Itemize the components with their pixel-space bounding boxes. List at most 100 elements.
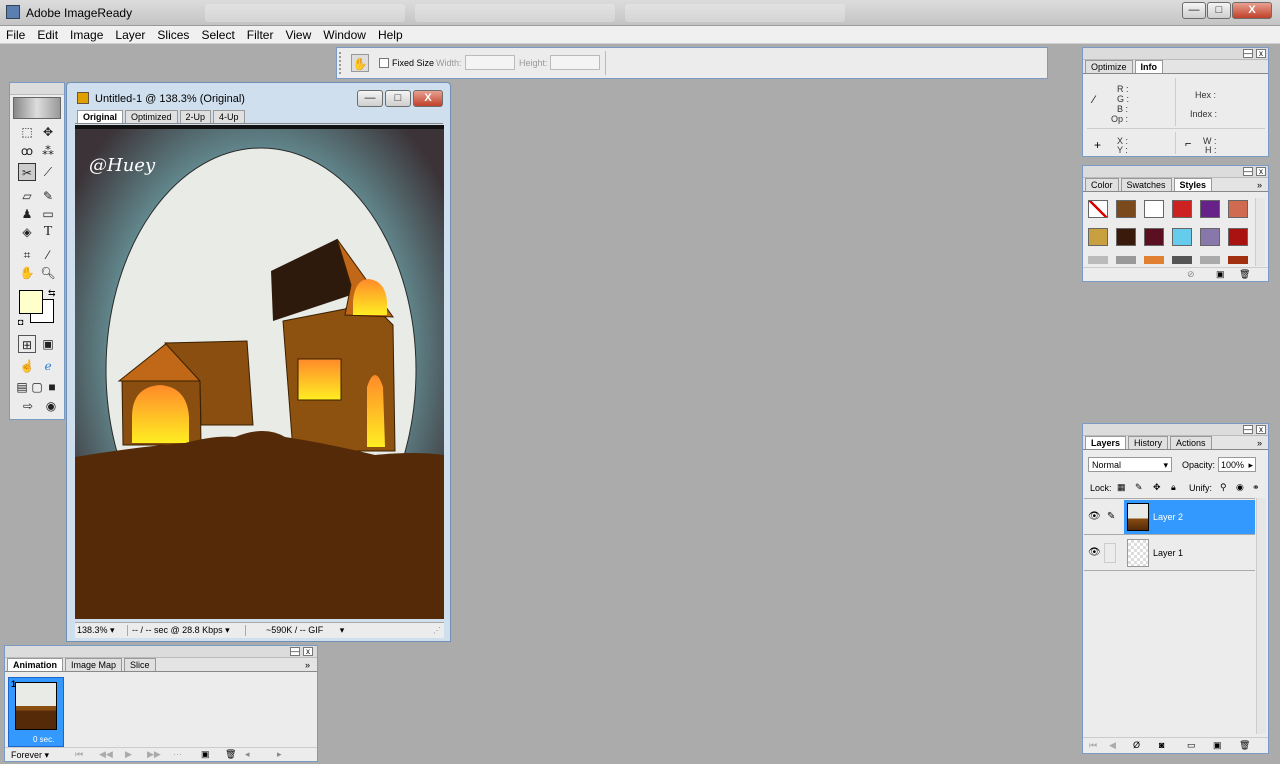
tab-styles[interactable]: Styles bbox=[1173, 178, 1213, 191]
tab-2-up[interactable]: 2-Up bbox=[179, 110, 212, 123]
panel-close-button[interactable]: x bbox=[1256, 425, 1266, 434]
lock-all-icon[interactable]: 🔒︎ bbox=[1171, 482, 1176, 493]
delete-style-icon[interactable]: 🗑︎ bbox=[1239, 269, 1250, 280]
prev-frame-icon[interactable]: ◀ bbox=[1109, 740, 1116, 751]
paint-bucket-icon[interactable]: ◈ bbox=[18, 223, 36, 241]
slice-select-icon[interactable]: ⟋ bbox=[39, 163, 57, 181]
hand-icon[interactable]: ✋ bbox=[18, 264, 36, 282]
toggle-slices-icon[interactable]: ⊞ bbox=[18, 335, 36, 353]
lock-position-icon[interactable]: ✥ bbox=[1153, 482, 1161, 493]
style-swatch[interactable] bbox=[1144, 256, 1164, 264]
panel-close-button[interactable]: x bbox=[303, 647, 313, 656]
panel-menu-icon[interactable]: » bbox=[1257, 180, 1262, 190]
layers-panel-header[interactable]: — x bbox=[1083, 424, 1268, 436]
zoom-dropdown[interactable]: 138.3% ▾ bbox=[77, 625, 115, 636]
prev-frame-icon[interactable]: ◀◀ bbox=[99, 749, 113, 760]
type-tool-icon[interactable]: T bbox=[39, 223, 57, 241]
canvas[interactable]: @Huey bbox=[75, 125, 444, 619]
unify-style-icon[interactable]: ⚭ bbox=[1252, 482, 1260, 493]
tab-info[interactable]: Info bbox=[1134, 60, 1164, 73]
delete-layer-icon[interactable]: 🗑︎ bbox=[1239, 740, 1250, 751]
slice-tool-icon[interactable]: ✂ bbox=[18, 163, 36, 181]
style-swatch[interactable] bbox=[1144, 228, 1164, 246]
unify-visibility-icon[interactable]: ◉ bbox=[1236, 482, 1244, 493]
duplicate-frame-icon[interactable]: ▣ bbox=[201, 749, 210, 760]
layers-scrollbar[interactable] bbox=[1256, 498, 1266, 734]
eyedropper-icon[interactable]: ⁄ bbox=[39, 246, 57, 264]
panel-minimize-button[interactable]: — bbox=[1243, 49, 1253, 58]
menu-image[interactable]: Image bbox=[64, 26, 109, 42]
default-colors-icon[interactable]: ◘ bbox=[18, 317, 23, 327]
lock-image-icon[interactable]: ✎ bbox=[1135, 482, 1143, 493]
move-tool-icon[interactable]: ✥ bbox=[39, 123, 57, 141]
clone-stamp-icon[interactable]: ♟ bbox=[18, 205, 36, 223]
blend-mode-select[interactable]: Normal ▾ bbox=[1088, 457, 1172, 472]
magic-wand-icon[interactable]: ⁂ bbox=[39, 142, 57, 160]
tab-image-map[interactable]: Image Map bbox=[65, 658, 123, 671]
style-swatch[interactable] bbox=[1144, 200, 1164, 218]
panel-menu-icon[interactable]: » bbox=[1257, 438, 1262, 448]
delete-frame-icon[interactable]: 🗑︎ bbox=[225, 749, 236, 760]
toolbox-header[interactable] bbox=[10, 83, 64, 95]
tab-animation[interactable]: Animation bbox=[7, 658, 63, 671]
menu-select[interactable]: Select bbox=[195, 26, 240, 42]
tween-icon[interactable]: ⋯ bbox=[173, 749, 182, 760]
add-mask-icon[interactable]: ◙ bbox=[1159, 740, 1164, 750]
style-swatch[interactable] bbox=[1228, 256, 1248, 264]
first-frame-icon[interactable]: ⏮︎ bbox=[75, 749, 83, 760]
animation-panel-header[interactable]: — x bbox=[5, 646, 317, 658]
style-swatch[interactable] bbox=[1088, 200, 1108, 218]
style-swatch[interactable] bbox=[1200, 228, 1220, 246]
crop-icon[interactable]: ⌗ bbox=[18, 246, 36, 264]
swap-colors-icon[interactable]: ⇆ bbox=[48, 288, 56, 299]
rollover-icon[interactable]: ☝ bbox=[18, 357, 36, 375]
lock-transparency-icon[interactable]: ▦ bbox=[1117, 482, 1126, 493]
tab-optimized[interactable]: Optimized bbox=[125, 110, 178, 123]
panel-minimize-button[interactable]: — bbox=[1243, 425, 1253, 434]
style-swatch[interactable] bbox=[1116, 228, 1136, 246]
menu-view[interactable]: View bbox=[279, 26, 317, 42]
zoom-icon[interactable]: 🔍︎ bbox=[39, 264, 57, 282]
hand-tool-icon[interactable]: ✋ bbox=[351, 54, 369, 72]
animation-scrollbar[interactable]: ◂ ▸ bbox=[245, 749, 282, 760]
jump-to-photoshop-icon[interactable]: ⇨ bbox=[16, 397, 40, 415]
menu-help[interactable]: Help bbox=[372, 26, 409, 42]
download-time-dropdown[interactable]: -- / -- sec @ 28.8 Kbps ▾ bbox=[127, 625, 230, 636]
eraser-icon[interactable]: ▱ bbox=[18, 187, 36, 205]
resize-grip-icon[interactable]: ⋰ bbox=[433, 626, 441, 635]
new-layer-icon[interactable]: ▣ bbox=[1213, 740, 1222, 751]
tab-optimize[interactable]: Optimize bbox=[1085, 60, 1133, 73]
layer-link-box[interactable] bbox=[1104, 543, 1116, 563]
preview-in-browser-icon[interactable]: ℯ bbox=[39, 357, 57, 375]
photoshop-icon[interactable]: ◉ bbox=[42, 397, 60, 415]
add-effect-icon[interactable]: Ø bbox=[1133, 740, 1140, 750]
tab-slice[interactable]: Slice bbox=[124, 658, 156, 671]
style-swatch[interactable] bbox=[1172, 228, 1192, 246]
frame-delay[interactable]: 0 sec. bbox=[33, 735, 54, 744]
tab-actions[interactable]: Actions bbox=[1170, 436, 1212, 449]
file-size-dropdown[interactable]: ~590K / -- GIF ▾ bbox=[245, 625, 344, 636]
maximize-button[interactable]: □ bbox=[1207, 2, 1231, 19]
style-swatch[interactable] bbox=[1228, 228, 1248, 246]
menu-edit[interactable]: Edit bbox=[31, 26, 64, 42]
panel-menu-icon[interactable]: » bbox=[305, 660, 310, 670]
close-button[interactable]: X bbox=[1232, 2, 1272, 19]
menu-filter[interactable]: Filter bbox=[241, 26, 280, 42]
tab-original[interactable]: Original bbox=[77, 110, 124, 123]
clear-style-icon[interactable]: ⊘ bbox=[1187, 269, 1195, 280]
grip[interactable] bbox=[339, 52, 345, 74]
panel-minimize-button[interactable]: — bbox=[290, 647, 300, 656]
styles-panel-header[interactable]: — x bbox=[1083, 166, 1268, 178]
style-swatch[interactable] bbox=[1172, 256, 1192, 264]
doc-close-button[interactable]: X bbox=[413, 90, 443, 107]
style-swatch[interactable] bbox=[1116, 256, 1136, 264]
opacity-input[interactable]: 100% ▸ bbox=[1218, 457, 1256, 472]
style-swatch[interactable] bbox=[1200, 256, 1220, 264]
menu-file[interactable]: File bbox=[0, 26, 31, 42]
layer-row[interactable]: 👁︎ Layer 1 bbox=[1084, 535, 1255, 571]
lasso-icon[interactable]: ꝏ bbox=[18, 142, 36, 160]
rectangle-shape-icon[interactable]: ▭ bbox=[39, 205, 57, 223]
tab-swatches[interactable]: Swatches bbox=[1120, 178, 1172, 191]
next-frame-icon[interactable]: ▶▶ bbox=[147, 749, 161, 760]
minimize-button[interactable]: — bbox=[1182, 2, 1206, 19]
